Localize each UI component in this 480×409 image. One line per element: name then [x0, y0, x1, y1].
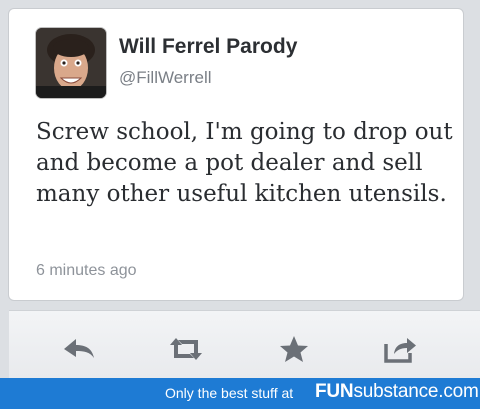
footer-tagline: Only the best stuff at	[165, 385, 294, 401]
reply-arrow-icon	[64, 339, 94, 358]
display-name[interactable]: Will Ferrel Parody	[119, 35, 297, 59]
star-icon	[280, 336, 308, 362]
retweet-button[interactable]	[164, 329, 208, 369]
footer-brand[interactable]: FUNsubstance.com	[315, 381, 479, 403]
share-button[interactable]	[379, 329, 423, 369]
timestamp[interactable]: 6 minutes ago	[36, 262, 137, 280]
reply-button[interactable]	[57, 329, 101, 369]
tweet-card: Will Ferrel Parody @FillWerrell Screw sc…	[8, 8, 480, 385]
avatar[interactable]	[36, 28, 106, 98]
user-handle[interactable]: @FillWerrell	[119, 68, 212, 88]
action-bar	[9, 310, 480, 385]
share-icon	[384, 338, 416, 363]
avatar-photo-icon	[36, 28, 106, 98]
favorite-button[interactable]	[272, 329, 316, 369]
tweet-text: Screw school, I'm going to drop out and …	[36, 119, 453, 207]
footer-banner[interactable]: Only the best stuff at FUNsubstance.com	[0, 378, 480, 409]
footer-brand-rest: substance.com	[353, 381, 479, 402]
retweet-icon	[170, 338, 202, 360]
footer-brand-bold: FUN	[315, 381, 354, 402]
